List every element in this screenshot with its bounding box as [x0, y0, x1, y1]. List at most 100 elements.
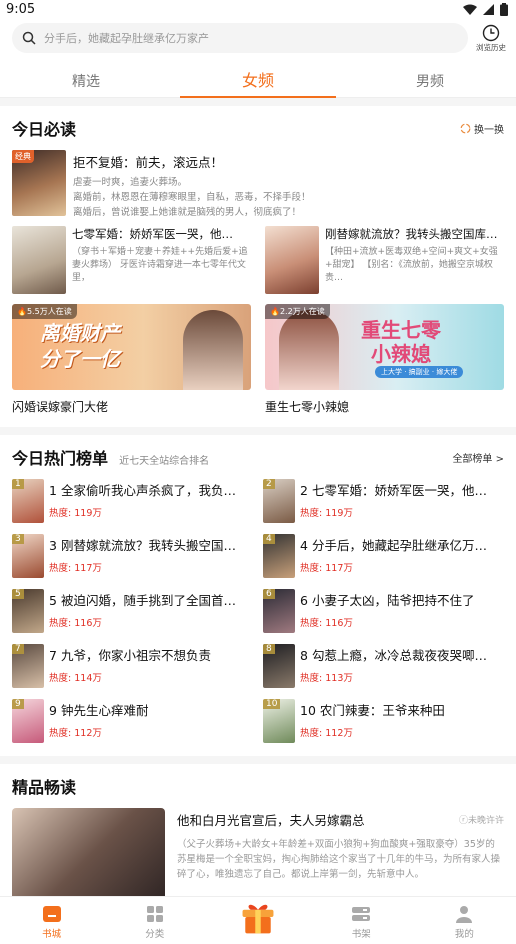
ranking-item[interactable]: 7 7 九爷，你家小祖宗不想负责热度: 114万 [12, 644, 253, 699]
banner-figure [279, 310, 339, 390]
ranking-item[interactable]: 33 刚替嫁就流放？我转头搬空国… 热度: 117万 [12, 534, 253, 589]
all-rankings-link[interactable]: 全部榜单 > [452, 450, 504, 465]
channel-tabs: 精选 女频 男频 [0, 58, 516, 98]
rank-number: 6 [300, 593, 308, 608]
author-icon: ⓡ [458, 816, 468, 826]
featured-info: 拒不复婚：前夫，滚远点！ 虐妻一时爽，追妻火葬场。 离婚前，林恩恩在薄穆寒眼里，… [73, 150, 504, 222]
rank-number: 7 [49, 648, 57, 663]
rank-badge: 8 [263, 644, 275, 654]
nav-label: 分类 [145, 929, 165, 940]
nav-category[interactable]: 分类 [103, 897, 206, 944]
book-cover [265, 226, 319, 294]
nav-label: 书城 [42, 929, 62, 940]
battery-icon [500, 2, 508, 16]
banner-image: 🔥5.5万人在读 离婚财产 分了一亿 [12, 304, 251, 390]
book-cover [12, 226, 66, 294]
ranking-info: 2 七零军婚：娇娇军医一哭，他… 热度: 119万 [300, 479, 504, 519]
rank-number: 2 [300, 483, 308, 498]
refresh-button[interactable]: 换一换 [460, 121, 504, 136]
banner-card[interactable]: 🔥5.5万人在读 离婚财产 分了一亿 闪婚误嫁豪门大佬 [12, 304, 251, 415]
banner-art-text: 重生七零 小辣媳 [361, 318, 441, 366]
rank-number: 3 [49, 538, 57, 553]
ranking-info: 6 小妻子太凶，陆爷把持不住了 热度: 116万 [300, 589, 504, 629]
tab-featured[interactable]: 精选 [0, 71, 172, 97]
book-info: 七零军婚：娇娇军医一哭，他… （穿书＋军婚＋宠妻＋养娃++先婚后爱+追妻火葬场）… [72, 226, 251, 300]
author-name: 未晚许许 [467, 816, 504, 826]
ranking-info: 1 全家偷听我心声杀疯了，我负… 热度: 119万 [49, 479, 253, 519]
book-cover: 1 [12, 479, 44, 523]
signal-icon [483, 3, 494, 15]
heat-value: 热度: 114万 [49, 670, 253, 684]
book-desc-line: 离婚后，曾说谁娶上她谁就是脑残的男人，彻底疯了！ [73, 207, 302, 218]
banner-art-line: 小辣媳 [371, 342, 431, 366]
search-input[interactable]: 分手后，她藏起孕肚继承亿万家产 [12, 23, 468, 53]
book-cover [12, 808, 165, 908]
nav-bookstore[interactable]: 书城 [0, 897, 103, 944]
book-info: 他和白月光官宣后，夫人另嫁霸总 ⓡ未晚许许 （父子火葬场+大龄女+年龄差+双面小… [177, 808, 504, 908]
rank-badge: 5 [12, 589, 24, 599]
heat-number: 114万 [74, 673, 102, 684]
ranking-title: 8 勾惹上瘾，冰冷总裁夜夜哭唧… [300, 645, 504, 664]
nav-bookshelf[interactable]: 书架 [310, 897, 413, 944]
banner-row: 🔥5.5万人在读 离婚财产 分了一亿 闪婚误嫁豪门大佬 🔥2.2万人在读 重生七… [0, 304, 516, 415]
ranking-item[interactable]: 44 分手后，她藏起孕肚继承亿万… 热度: 117万 [263, 534, 504, 589]
heat-label: 热度: [49, 563, 72, 574]
ranking-item[interactable]: 22 七零军婚：娇娇军医一哭，他… 热度: 119万 [263, 479, 504, 534]
book-title: 被迫闪婚，随手挑到了全国首… [60, 593, 236, 608]
nav-profile[interactable]: 我的 [413, 897, 516, 944]
heat-label: 热度: [300, 618, 323, 629]
book-title: 七零军婚：娇娇军医一哭，他… [72, 227, 233, 241]
ranking-info: 8 勾惹上瘾，冰冷总裁夜夜哭唧… 热度: 113万 [300, 644, 504, 684]
ranking-title: 4 分手后，她藏起孕肚继承亿万… [300, 535, 504, 554]
status-bar: 9:05 [0, 0, 516, 18]
nav-gift[interactable] [206, 897, 309, 944]
ranking-title: 9 钟先生心痒难耐 [49, 700, 253, 719]
readers-badge: 🔥5.5万人在读 [12, 304, 77, 319]
rank-badge: 4 [263, 534, 275, 544]
heat-value: 热度: 119万 [49, 505, 253, 519]
rank-badge: 7 [12, 644, 24, 654]
ranking-item[interactable]: 11 全家偷听我心声杀疯了，我负… 热度: 119万 [12, 479, 253, 534]
ranking-item[interactable]: 99 钟先生心痒难耐 热度: 112万 [12, 699, 253, 754]
book-title: 他和白月光官宣后，夫人另嫁霸总 [177, 813, 365, 828]
book-title: 九爷，你家小祖宗不想负责 [60, 648, 211, 663]
search-icon [22, 31, 36, 45]
book-title: 七零军婚：娇娇军医一哭，他… [311, 483, 487, 498]
ranking-item[interactable]: 8 8 勾惹上瘾，冰冷总裁夜夜哭唧… 热度: 113万 [263, 644, 504, 699]
book-title: 拒不复婚：前夫，滚远点！ [73, 155, 224, 170]
author-tag: ⓡ未晚许许 [459, 813, 504, 826]
bottom-nav: 书城 分类 书架 我的 [0, 896, 516, 944]
book-title: 勾惹上瘾，冰冷总裁夜夜哭唧… [311, 648, 487, 663]
ranking-item[interactable]: 10 10 农门辣妻：王爷来种田 热度: 112万 [263, 699, 504, 754]
heat-number: 119万 [74, 508, 102, 519]
book-item[interactable]: 七零军婚：娇娇军医一哭，他… （穿书＋军婚＋宠妻＋养娃++先婚后爱+追妻火葬场）… [12, 226, 251, 300]
ranking-item[interactable]: 66 小妻子太凶，陆爷把持不住了 热度: 116万 [263, 589, 504, 644]
fire-icon: 🔥 [17, 307, 27, 316]
heat-value: 热度: 116万 [49, 615, 253, 629]
history-button[interactable]: 浏览历史 [470, 24, 512, 53]
divider [0, 98, 516, 106]
ranking-title: 1 全家偷听我心声杀疯了，我负… [49, 480, 253, 499]
tab-male[interactable]: 男频 [344, 71, 516, 97]
book-item[interactable]: 刚替嫁就流放？我转头搬空国库… 【种田+流放+医毒双绝+空间+爽文+女强+甜宠】… [265, 226, 504, 300]
divider [0, 756, 516, 764]
bookshelf-icon [352, 907, 371, 921]
history-label: 浏览历史 [476, 42, 506, 52]
heat-label: 热度: [300, 673, 323, 684]
featured-book[interactable]: 经典 拒不复婚：前夫，滚远点！ 虐妻一时爽，追妻火葬场。 离婚前，林恩恩在薄穆寒… [0, 150, 516, 222]
premium-book[interactable]: 他和白月光官宣后，夫人另嫁霸总 ⓡ未晚许许 （父子火葬场+大龄女+年龄差+双面小… [0, 808, 516, 908]
tab-female[interactable]: 女频 [172, 67, 344, 98]
refresh-label: 换一换 [474, 124, 504, 136]
heat-value: 热度: 113万 [300, 670, 504, 684]
rank-number: 4 [300, 538, 308, 553]
banner-title: 重生七零小辣媳 [265, 400, 350, 414]
ranking-item[interactable]: 55 被迫闪婚，随手挑到了全国首… 热度: 116万 [12, 589, 253, 644]
book-cover: 8 [263, 644, 295, 688]
banner-card[interactable]: 🔥2.2万人在读 重生七零 小辣媳 上大学 · 搞副业 · 嫁大佬 重生七零小辣… [265, 304, 504, 415]
refresh-icon [460, 123, 471, 133]
heat-number: 113万 [325, 673, 353, 684]
book-title: 全家偷听我心声杀疯了，我负… [60, 483, 236, 498]
book-cover: 10 [263, 699, 295, 743]
rank-number: 1 [49, 483, 57, 498]
book-cover: 4 [263, 534, 295, 578]
